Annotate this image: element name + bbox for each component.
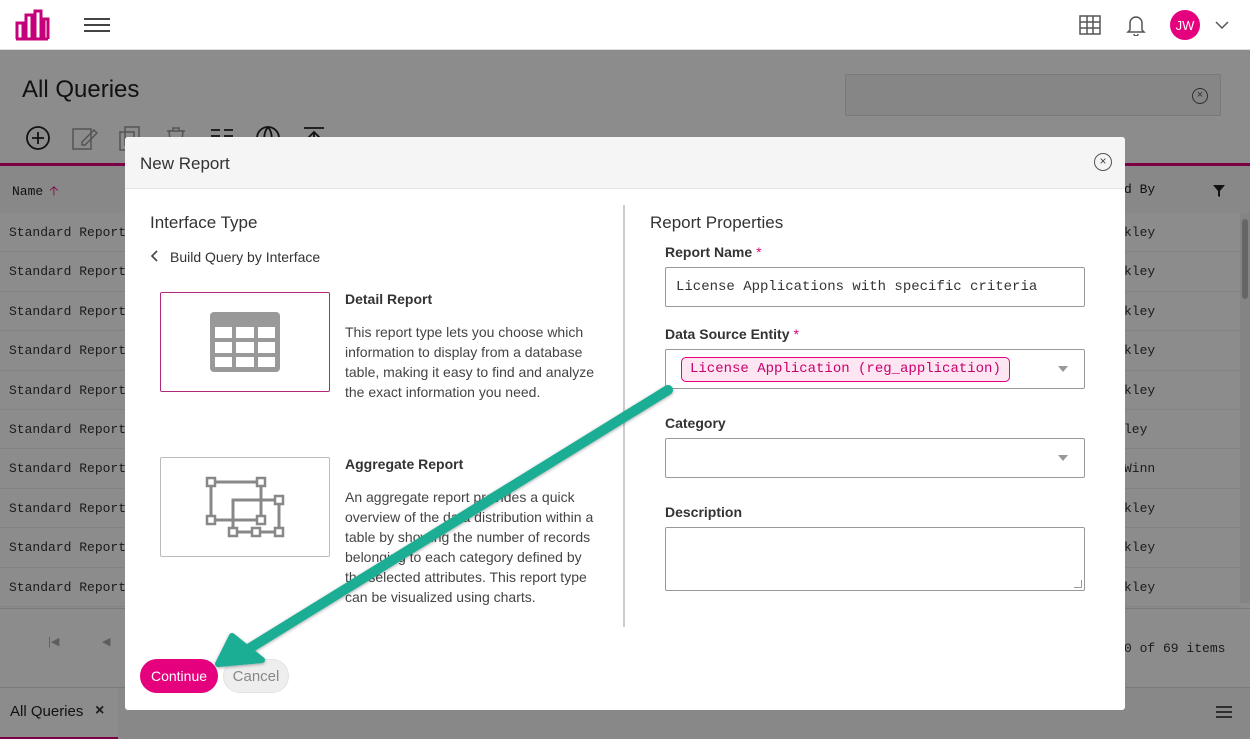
top-bar: JW — [0, 0, 1250, 50]
aggregate-report-card[interactable] — [160, 457, 330, 557]
hamburger-menu-button[interactable] — [84, 14, 110, 36]
bell-icon[interactable] — [1124, 13, 1148, 37]
detail-report-card[interactable] — [160, 292, 330, 392]
chevron-left-icon — [150, 249, 158, 265]
detail-report-description: This report type lets you choose which i… — [345, 324, 595, 400]
interface-type-title: Interface Type — [150, 213, 258, 232]
user-avatar[interactable]: JW — [1170, 10, 1200, 40]
dropdown-caret-icon[interactable] — [1058, 455, 1068, 461]
back-link-label: Build Query by Interface — [170, 249, 321, 265]
chevron-down-icon[interactable] — [1212, 15, 1232, 35]
data-source-entity-select[interactable]: License Application (reg_application) — [665, 349, 1085, 389]
detail-report-title: Detail Report — [345, 291, 433, 307]
aggregate-report-description: An aggregate report provides a quick ove… — [345, 489, 594, 605]
data-source-chip[interactable]: License Application (reg_application) — [681, 357, 1010, 382]
logo-icon — [15, 9, 49, 41]
description-label: Description — [665, 504, 743, 520]
build-query-by-interface-link[interactable]: Build Query by Interface — [150, 249, 320, 265]
aggregate-report-title: Aggregate Report — [345, 456, 464, 472]
data-source-entity-label: Data Source Entity * — [665, 326, 799, 342]
close-dialog-icon[interactable]: × — [1094, 153, 1112, 171]
resize-handle-icon[interactable] — [1074, 580, 1082, 588]
category-select[interactable] — [665, 438, 1085, 478]
dialog-title: New Report — [140, 154, 230, 173]
report-name-input[interactable]: License Applications with specific crite… — [665, 267, 1085, 307]
panel-divider — [623, 205, 625, 627]
cancel-button[interactable]: Cancel — [223, 659, 289, 693]
dialog-header: New Report × — [125, 137, 1125, 189]
report-name-label: Report Name * — [665, 244, 762, 260]
report-properties-title: Report Properties — [650, 213, 784, 232]
top-right-icons: JW — [1078, 0, 1250, 50]
app-logo[interactable] — [0, 0, 63, 50]
aggregate-shapes-icon — [205, 476, 285, 538]
grid-icon[interactable] — [1078, 13, 1102, 37]
description-textarea[interactable] — [665, 527, 1085, 591]
continue-button[interactable]: Continue — [140, 659, 218, 693]
category-label: Category — [665, 415, 726, 431]
new-report-dialog: New Report × Interface Type Build Query … — [125, 137, 1125, 710]
table-icon — [210, 312, 280, 372]
dropdown-caret-icon[interactable] — [1058, 366, 1068, 372]
